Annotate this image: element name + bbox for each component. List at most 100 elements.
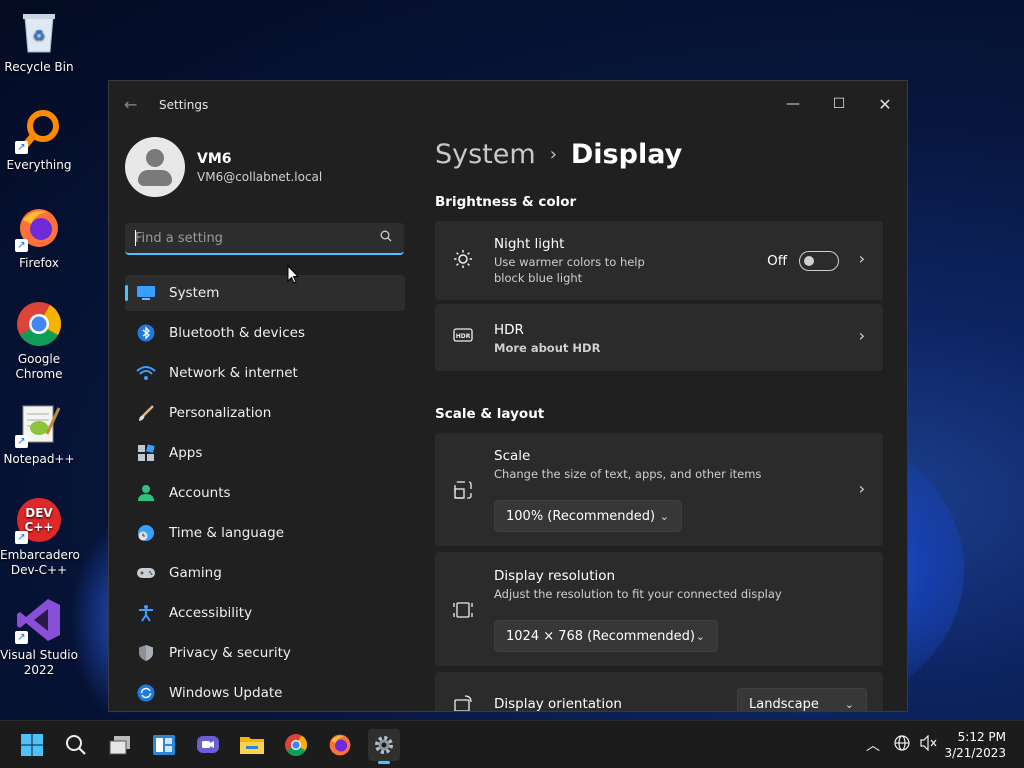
- minimize-button[interactable]: —: [773, 89, 813, 119]
- clock-time: 5:12 PM: [957, 730, 1006, 744]
- mouse-cursor-icon: [287, 265, 299, 284]
- recycle-bin-icon: ♻: [15, 8, 63, 56]
- sidebar-item-gaming[interactable]: Gaming: [125, 555, 405, 591]
- chevron-up-icon[interactable]: ︿: [866, 735, 880, 755]
- sidebar-item-system[interactable]: System: [125, 275, 405, 311]
- resolution-title: Display resolution: [494, 568, 616, 584]
- gear-icon: [375, 736, 393, 754]
- breadcrumb-parent[interactable]: System: [435, 139, 536, 170]
- sidebar-item-label: Apps: [169, 445, 203, 461]
- sidebar-item-label: Personalization: [169, 405, 272, 421]
- hdr-link[interactable]: More about HDR: [494, 340, 600, 356]
- resolution-value: 1024 × 768 (Recommended): [506, 628, 695, 644]
- user-profile[interactable]: VM6 VM6@collabnet.local: [125, 137, 322, 197]
- resolution-dropdown[interactable]: 1024 × 768 (Recommended) ⌄: [494, 620, 718, 652]
- network-globe-icon[interactable]: [894, 735, 910, 755]
- chevron-right-icon: ›: [549, 144, 557, 165]
- visual-studio-icon: ↗: [15, 596, 63, 644]
- chevron-right-icon[interactable]: ›: [859, 479, 865, 498]
- sidebar-item-bluetooth[interactable]: Bluetooth & devices: [125, 315, 405, 351]
- taskbar-search-button[interactable]: [60, 729, 92, 761]
- bluetooth-icon: [136, 323, 156, 343]
- account-icon: [136, 483, 156, 503]
- profile-email: VM6@collabnet.local: [197, 169, 323, 184]
- section-heading-brightness: Brightness & color: [435, 194, 577, 210]
- desktop-icon-recycle-bin[interactable]: ♻ Recycle Bin: [0, 8, 78, 75]
- sidebar-item-accounts[interactable]: Accounts: [125, 475, 405, 511]
- brightness-icon: [453, 249, 473, 274]
- gamepad-icon: [136, 563, 156, 583]
- desktop-icon-devcpp[interactable]: DEV C++ ↗ Embarcadero Dev-C++: [0, 496, 80, 578]
- system-clock[interactable]: 5:12 PM 3/21/2023: [944, 729, 1006, 761]
- scale-dropdown[interactable]: 100% (Recommended) ⌄: [494, 500, 682, 532]
- sidebar-item-personalization[interactable]: Personalization: [125, 395, 405, 431]
- night-light-desc-line2: block blue light: [494, 271, 583, 285]
- chevron-down-icon: ⌄: [695, 629, 705, 643]
- chevron-right-icon[interactable]: ›: [859, 249, 865, 268]
- sidebar-item-label: System: [169, 285, 220, 301]
- maximize-button[interactable]: ☐: [819, 89, 859, 119]
- sidebar-item-apps[interactable]: Apps: [125, 435, 405, 471]
- firefox-taskbar-button[interactable]: [324, 729, 356, 761]
- desktop-icon-label: Notepad++: [3, 452, 75, 466]
- chrome-taskbar-button[interactable]: [280, 729, 312, 761]
- notepad-icon: ↗: [15, 400, 63, 448]
- title-bar[interactable]: ← Settings — ☐ ✕: [109, 81, 907, 131]
- sidebar-item-time-language[interactable]: Time & language: [125, 515, 405, 551]
- close-button[interactable]: ✕: [865, 89, 905, 119]
- orientation-value: Landscape: [749, 696, 819, 712]
- shortcut-arrow-icon: ↗: [15, 141, 28, 154]
- task-view-icon: [109, 736, 130, 755]
- scale-desc: Change the size of text, apps, and other…: [494, 467, 762, 481]
- profile-name: VM6: [197, 150, 232, 167]
- chat-button[interactable]: [192, 729, 224, 761]
- sidebar-item-windows-update[interactable]: Windows Update: [125, 675, 405, 711]
- hdr-card[interactable]: HDR HDR More about HDR ›: [435, 304, 883, 371]
- desktop-icon-everything[interactable]: ↗ Everything: [0, 106, 78, 173]
- hdr-title: HDR: [494, 322, 524, 338]
- search-input[interactable]: [125, 223, 365, 253]
- task-view-button[interactable]: [104, 729, 136, 761]
- page-title: Display: [570, 139, 683, 170]
- sidebar-item-accessibility[interactable]: Accessibility: [125, 595, 405, 631]
- search-icon: [66, 735, 86, 755]
- night-light-card[interactable]: Night light Use warmer colors to help bl…: [435, 221, 883, 300]
- chrome-icon: [15, 300, 63, 348]
- shortcut-arrow-icon: ↗: [15, 239, 28, 252]
- chat-icon: [197, 736, 219, 753]
- firefox-icon: [329, 734, 351, 756]
- sidebar-item-label: Windows Update: [169, 685, 283, 701]
- sidebar-item-label: Accessibility: [169, 605, 253, 621]
- search-icon[interactable]: [380, 230, 392, 245]
- search-box[interactable]: [125, 223, 404, 255]
- sidebar-item-label: Privacy & security: [169, 645, 291, 661]
- desktop-icon-firefox[interactable]: ↗ Firefox: [0, 204, 78, 271]
- widgets-button[interactable]: [148, 729, 180, 761]
- desktop-icon-visual-studio[interactable]: ↗ Visual Studio 2022: [0, 596, 78, 678]
- orientation-title: Display orientation: [494, 696, 622, 712]
- back-arrow-icon[interactable]: ←: [124, 95, 137, 114]
- sidebar: VM6 VM6@collabnet.local System Bluetooth…: [109, 131, 419, 711]
- monitor-icon: [136, 283, 156, 303]
- chevron-right-icon[interactable]: ›: [859, 326, 865, 345]
- settings-taskbar-button[interactable]: [368, 729, 400, 764]
- orientation-card[interactable]: Display orientation Landscape ⌄: [435, 672, 883, 712]
- desktop-icon-label: Recycle Bin: [4, 60, 74, 74]
- sidebar-item-label: Accounts: [169, 485, 231, 501]
- sidebar-item-network[interactable]: Network & internet: [125, 355, 405, 391]
- widgets-icon: [153, 735, 175, 755]
- desktop-icon-notepadpp[interactable]: ↗ Notepad++: [0, 400, 78, 467]
- svg-text:♻: ♻: [33, 28, 46, 44]
- shortcut-arrow-icon: ↗: [15, 435, 28, 448]
- file-explorer-button[interactable]: [236, 729, 268, 761]
- orientation-dropdown[interactable]: Landscape ⌄: [737, 688, 867, 712]
- desktop-icon-chrome[interactable]: Google Chrome: [0, 300, 78, 382]
- resolution-card[interactable]: Display resolution Adjust the resolution…: [435, 552, 883, 666]
- scale-card[interactable]: Scale Change the size of text, apps, and…: [435, 433, 883, 546]
- sidebar-item-privacy-security[interactable]: Privacy & security: [125, 635, 405, 671]
- taskbar: ︿ 5:12 PM 3/21/2023: [0, 720, 1024, 768]
- night-light-toggle[interactable]: [799, 251, 839, 271]
- start-button[interactable]: [16, 729, 48, 761]
- volume-muted-icon[interactable]: [920, 734, 938, 755]
- sidebar-item-label: Network & internet: [169, 365, 298, 381]
